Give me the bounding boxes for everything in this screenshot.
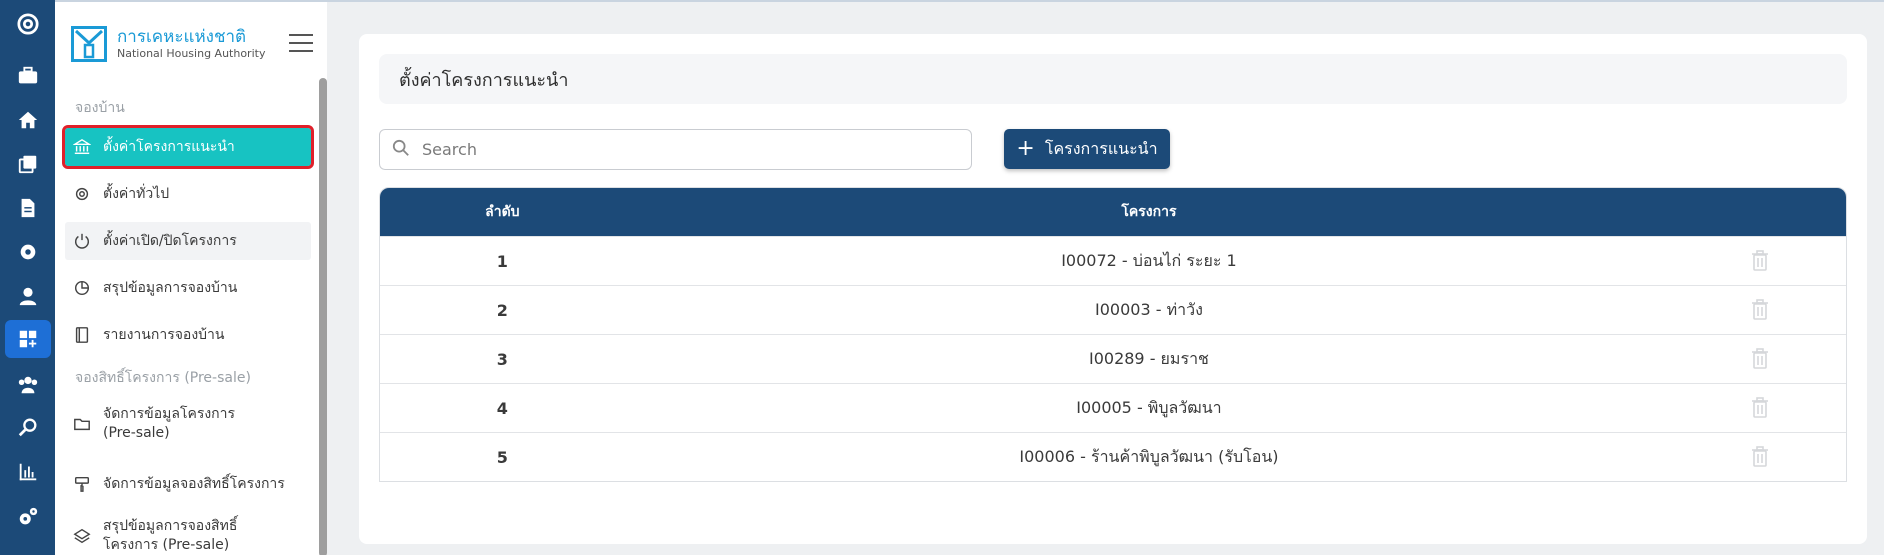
icon-rail <box>0 0 55 555</box>
sidebar-item-label: จัดการข้อมูลจองสิทธิ์โครงการ <box>103 476 285 492</box>
briefcase-icon[interactable] <box>0 56 55 96</box>
home-icon[interactable] <box>0 100 55 140</box>
row-order: 5 <box>496 447 508 467</box>
sidebar-item-label: สรุปข้อมูลการจองบ้าน <box>103 280 238 296</box>
sidebar: การเคหะแห่งชาติ National Housing Authori… <box>55 2 327 555</box>
power-icon <box>73 232 91 250</box>
brand[interactable]: การเคหะแห่งชาติ National Housing Authori… <box>71 26 265 62</box>
copy-icon[interactable] <box>0 144 55 184</box>
sidebar-item-label: จัดการข้อมูลโครงการ (Pre-sale) <box>103 406 236 441</box>
row-order: 3 <box>496 349 508 369</box>
sidebar-scrollbar[interactable] <box>319 78 327 555</box>
row-order: 1 <box>496 251 508 271</box>
sidebar-item-label: ตั้งค่าทั่วไป <box>103 186 170 202</box>
projects-table: ลำดับ โครงการ 1 I00072 - บ่อนไก่ ระยะ 1 … <box>379 187 1847 482</box>
paint-roller-icon <box>73 475 91 493</box>
row-project: I00003 - ท่าวัง <box>1095 299 1203 319</box>
sidebar-item-manage-presale-projects[interactable]: จัดการข้อมูลโครงการ (Pre-sale) <box>65 399 311 447</box>
table-header: ลำดับ โครงการ <box>380 188 1846 236</box>
users-group-icon[interactable] <box>0 365 55 405</box>
row-project: I00006 - ร้านค้าพิบูลวัฒนา (รับโอน) <box>1019 446 1279 466</box>
sidebar-item-label: ตั้งค่าเปิด/ปิดโครงการ <box>103 233 237 249</box>
menu-toggle-icon[interactable] <box>289 34 313 52</box>
table-row: 3 I00289 - ยมราช <box>380 334 1846 383</box>
add-button-label: โครงการแนะนำ <box>1044 138 1158 158</box>
page-header: ตั้งค่าโครงการแนะนำ <box>379 54 1847 104</box>
row-project: I00289 - ยมราช <box>1088 348 1209 368</box>
page-title: ตั้งค่าโครงการแนะนำ <box>399 69 569 91</box>
delete-trash-icon[interactable] <box>1673 397 1846 419</box>
section-label-booking: จองบ้าน <box>75 100 125 116</box>
user-icon[interactable] <box>0 276 55 316</box>
layers-icon <box>73 527 91 545</box>
sidebar-item-rights-booking-summary[interactable]: สรุปข้อมูลการจองสิทธิ์โครงการ (Pre-sale) <box>65 511 311 555</box>
gear-icon <box>73 185 91 203</box>
folder-icon <box>73 415 91 433</box>
sidebar-item-open-close-projects[interactable]: ตั้งค่าเปิด/ปิดโครงการ <box>65 222 311 260</box>
row-project: I00005 - พิบูลวัฒนา <box>1076 397 1222 417</box>
column-header-order: ลำดับ <box>485 204 520 220</box>
document-icon[interactable] <box>0 188 55 228</box>
section-label-presale: จองสิทธิ์โครงการ (Pre-sale) <box>75 370 251 386</box>
table-row: 4 I00005 - พิบูลวัฒนา <box>380 383 1846 432</box>
brand-name-thai: การเคหะแห่งชาติ <box>117 27 247 47</box>
row-project: I00072 - บ่อนไก่ ระยะ 1 <box>1061 250 1237 270</box>
bar-chart-icon[interactable] <box>0 452 55 492</box>
table-row: 5 I00006 - ร้านค้าพิบูลวัฒนา (รับโอน) <box>380 432 1846 481</box>
cogs-icon[interactable] <box>0 497 55 537</box>
brand-name-english: National Housing Authority <box>117 47 266 60</box>
table-row: 1 I00072 - บ่อนไก่ ระยะ 1 <box>380 236 1846 285</box>
content-panel: ตั้งค่าโครงการแนะนำ + โครงการแนะนำ ลำดับ… <box>359 34 1867 544</box>
bank-icon <box>73 138 91 156</box>
delete-trash-icon[interactable] <box>1673 250 1846 272</box>
search-input[interactable] <box>422 140 962 159</box>
plus-icon: + <box>1016 136 1035 161</box>
pie-chart-icon <box>73 279 91 297</box>
sidebar-item-recommended-projects[interactable]: ตั้งค่าโครงการแนะนำ <box>62 125 314 169</box>
delete-trash-icon[interactable] <box>1673 299 1846 321</box>
row-order: 4 <box>496 398 508 418</box>
sidebar-item-label: รายงานการจองบ้าน <box>103 327 225 343</box>
search-box[interactable] <box>379 129 972 170</box>
delete-trash-icon[interactable] <box>1673 348 1846 370</box>
add-recommended-project-button[interactable]: + โครงการแนะนำ <box>1004 129 1170 169</box>
sidebar-item-label: ตั้งค่าโครงการแนะนำ <box>103 139 235 155</box>
sidebar-item-booking-report[interactable]: รายงานการจองบ้าน <box>65 316 311 354</box>
top-border <box>55 0 1884 2</box>
sidebar-item-general-settings[interactable]: ตั้งค่าทั่วไป <box>65 175 311 213</box>
settings-icon[interactable] <box>0 232 55 272</box>
app-logo-icon[interactable] <box>0 4 55 44</box>
sidebar-item-manage-rights-booking[interactable]: จัดการข้อมูลจองสิทธิ์โครงการ <box>65 465 311 503</box>
sidebar-item-label: สรุปข้อมูลการจองสิทธิ์โครงการ (Pre-sale) <box>103 518 238 553</box>
dashboard-add-icon[interactable] <box>0 319 55 359</box>
nha-logo-icon <box>71 26 107 62</box>
column-header-project: โครงการ <box>1121 204 1177 220</box>
search-icon[interactable] <box>0 407 55 447</box>
delete-trash-icon[interactable] <box>1673 446 1846 468</box>
row-order: 2 <box>496 300 508 320</box>
sidebar-item-booking-summary[interactable]: สรุปข้อมูลการจองบ้าน <box>65 269 311 307</box>
book-icon <box>73 326 91 344</box>
table-row: 2 I00003 - ท่าวัง <box>380 285 1846 334</box>
search-icon <box>392 139 410 161</box>
